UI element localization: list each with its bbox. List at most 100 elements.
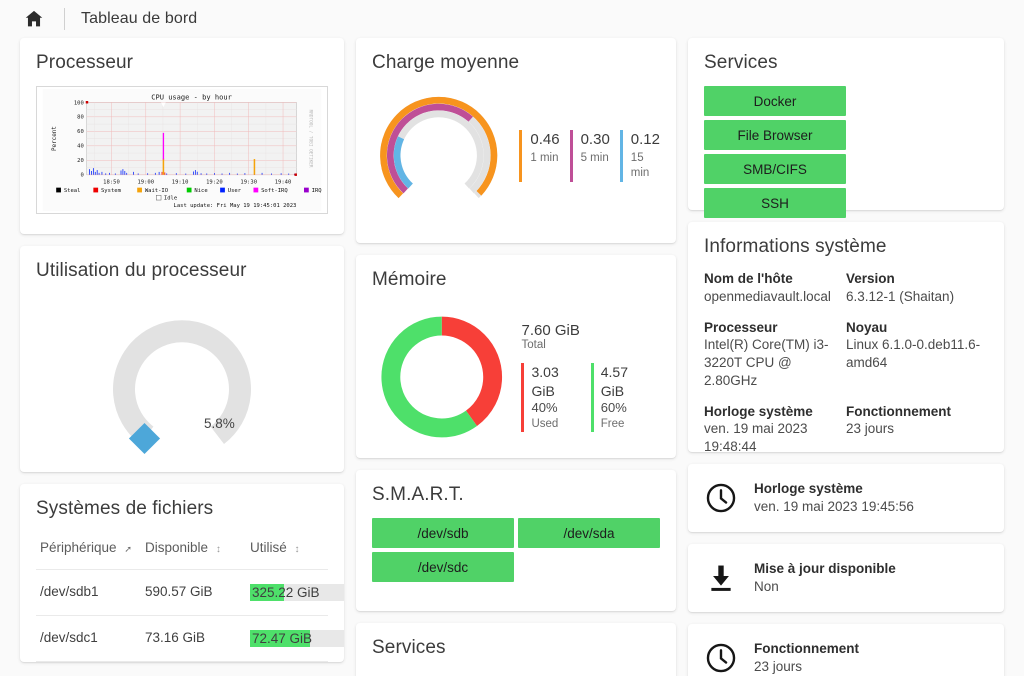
column-header-available[interactable]: Disponible ↕ <box>141 532 246 570</box>
memory-free-group: 4.57 GiB 60% Free <box>590 363 651 432</box>
cpu-utilization-value: 5.8% <box>204 416 235 431</box>
memory-free-value: 4.57 GiB <box>600 364 628 399</box>
cell-device: /dev/sdc1 <box>36 615 141 662</box>
load-average-gauge-svg <box>380 96 498 199</box>
uptime-text: Fonctionnement 23 jours <box>754 640 859 676</box>
svg-text:0: 0 <box>81 173 84 179</box>
column-label-available: Disponible <box>145 540 209 555</box>
smart-device-sdc[interactable]: /dev/sdc <box>372 552 514 582</box>
update-available-value: Non <box>754 579 779 594</box>
table-row[interactable]: /dev/sdb1 590.57 GiB 325.22 GiB <box>36 569 344 616</box>
header-divider <box>64 8 65 30</box>
sysinfo-version-value: 6.3.12-1 (Shaitan) <box>846 288 955 304</box>
service-smb-cifs[interactable]: SMB/CIFS <box>704 154 846 184</box>
cell-available: 73.16 GiB <box>141 615 246 662</box>
memory-legend: 7.60 GiB Total 3.03 GiB 40% Used 4.57 Gi… <box>521 322 660 432</box>
memory-free-percent: 60% <box>600 399 627 415</box>
card-title-cpu-utilization: Utilisation du processeur <box>36 260 247 281</box>
service-docker[interactable]: Docker <box>704 86 846 116</box>
cell-used: 325.22 GiB <box>246 569 344 616</box>
service-file-browser[interactable]: File Browser <box>704 120 846 150</box>
sort-toggle-icon: ↕ <box>215 544 221 555</box>
card-cpu-utilization: Utilisation du processeur 5.8% <box>20 246 344 472</box>
svg-text:19:10: 19:10 <box>172 179 189 185</box>
load-average-gauge: 0.46 1 min 0.30 5 min 0.12 15 min <box>372 86 660 226</box>
table-header-row: Périphérique ➚ Disponible ↕ Utilisé ↕ <box>36 532 328 570</box>
load-label-1min: 1 min <box>530 151 559 164</box>
cell-device: /dev/sdb1 <box>36 569 141 616</box>
usage-bar: 72.47 GiB <box>250 630 344 647</box>
sysinfo-version: Version 6.3.12-1 (Shaitan) <box>846 270 988 306</box>
memory-free-label: Free <box>600 417 625 430</box>
card-title-filesystems: Systèmes de fichiers <box>36 498 214 519</box>
cpu-utilization-gauge: 5.8% <box>36 294 328 464</box>
load-item-5min: 0.30 5 min <box>569 130 610 182</box>
svg-text:19:30: 19:30 <box>240 179 257 185</box>
memory-used-value: 3.03 GiB <box>531 364 559 399</box>
svg-text:Last update: Fri May 19 19:45:: Last update: Fri May 19 19:45:01 2023 <box>173 203 296 209</box>
svg-text:18:50: 18:50 <box>103 179 120 185</box>
svg-text:Idle: Idle <box>164 196 177 202</box>
usage-bar-label: 325.22 GiB <box>252 585 320 600</box>
svg-text:Soft-IRQ: Soft-IRQ <box>261 188 288 194</box>
usage-bar-label: 72.47 GiB <box>252 631 313 646</box>
memory-total-value: 7.60 GiB <box>521 322 580 340</box>
memory-used-group: 3.03 GiB 40% Used <box>521 363 581 432</box>
memory-total-label: Total <box>521 339 546 352</box>
table-row[interactable]: /dev/sdc1 73.16 GiB 72.47 GiB <box>36 615 344 662</box>
card-load-average: Charge moyenne 0.46 1 min 0.30 5 min 0.1… <box>356 38 676 243</box>
sysinfo-system-time-value: ven. 19 mai 2023 19:48:44 <box>704 421 808 455</box>
filesystems-table: Périphérique ➚ Disponible ↕ Utilisé ↕ /d… <box>36 532 344 662</box>
smart-device-grid: /dev/sdb /dev/sda /dev/sdc <box>372 518 660 582</box>
card-title-services: Services <box>704 52 778 73</box>
svg-text:19:40: 19:40 <box>275 179 292 185</box>
svg-text:Wait-IO: Wait-IO <box>145 188 168 194</box>
download-icon <box>704 561 738 595</box>
usage-bar: 325.22 GiB <box>250 584 344 601</box>
dashboard-column-middle: Charge moyenne 0.46 1 min 0.30 5 min 0.1… <box>356 38 676 676</box>
sysinfo-kernel: Noyau Linux 6.1.0-0.deb11.6-amd64 <box>846 319 988 390</box>
sysinfo-hostname: Nom de l'hôte openmediavault.local <box>704 270 846 306</box>
page-title: Tableau de bord <box>81 10 198 27</box>
top-bar: Tableau de bord <box>0 0 1024 38</box>
sort-asc-icon: ➚ <box>124 544 132 554</box>
system-clock-text: Horloge système ven. 19 mai 2023 19:45:5… <box>754 480 914 516</box>
sysinfo-kernel-key: Noyau <box>846 319 888 335</box>
svg-text:Nice: Nice <box>194 188 207 194</box>
svg-text:User: User <box>228 188 242 194</box>
memory-used-percent: 40% <box>531 399 558 415</box>
load-value-5min: 0.30 <box>580 131 610 149</box>
load-label-15min: 15 min <box>630 151 650 180</box>
update-available-key: Mise à jour disponible <box>754 560 896 576</box>
sysinfo-version-key: Version <box>846 271 895 286</box>
card-smart: S.M.A.R.T. /dev/sdb /dev/sda /dev/sdc <box>356 470 676 611</box>
card-title-memory: Mémoire <box>372 269 447 290</box>
clock-icon <box>704 481 738 515</box>
load-value-15min: 0.12 <box>630 131 660 149</box>
card-processor: Processeur CPU usage - by hour Percent 0… <box>20 38 344 234</box>
svg-text:60: 60 <box>77 129 84 135</box>
service-ssh[interactable]: SSH <box>704 188 846 218</box>
smart-device-sda[interactable]: /dev/sda <box>518 518 660 548</box>
load-item-15min: 0.12 15 min <box>619 130 660 182</box>
memory-chart: 7.60 GiB Total 3.03 GiB 40% Used 4.57 Gi… <box>372 303 660 451</box>
svg-text:Percent: Percent <box>52 126 58 151</box>
cpu-rrd-graph: CPU usage - by hour Percent 0 20 40 60 8… <box>36 86 328 214</box>
home-icon[interactable] <box>22 7 46 31</box>
sysinfo-system-time: Horloge système ven. 19 mai 2023 19:48:4… <box>704 403 846 456</box>
dashboard-column-left: Processeur CPU usage - by hour Percent 0… <box>20 38 344 676</box>
system-clock-value: ven. 19 mai 2023 19:45:56 <box>754 499 914 514</box>
sysinfo-hostname-key: Nom de l'hôte <box>704 271 793 286</box>
load-label-5min: 5 min <box>580 151 609 164</box>
column-header-used[interactable]: Utilisé ↕ <box>246 532 328 570</box>
sysinfo-uptime-value: 23 jours <box>846 421 895 437</box>
column-header-device[interactable]: Périphérique ➚ <box>36 532 141 570</box>
memory-donut-svg <box>381 316 503 438</box>
card-services: Services Docker File Browser SMB/CIFS SS… <box>688 38 1004 286</box>
sysinfo-processor: Processeur Intel(R) Core(TM) i3-3220T CP… <box>704 319 846 390</box>
svg-text:RRDTOOL / TOBI OETIKER: RRDTOOL / TOBI OETIKER <box>308 110 314 168</box>
load-average-legend: 0.46 1 min 0.30 5 min 0.12 15 min <box>509 130 660 182</box>
sysinfo-hostname-value: openmediavault.local <box>704 288 831 304</box>
sysinfo-uptime: Fonctionnement 23 jours <box>846 403 988 456</box>
smart-device-sdb[interactable]: /dev/sdb <box>372 518 514 548</box>
